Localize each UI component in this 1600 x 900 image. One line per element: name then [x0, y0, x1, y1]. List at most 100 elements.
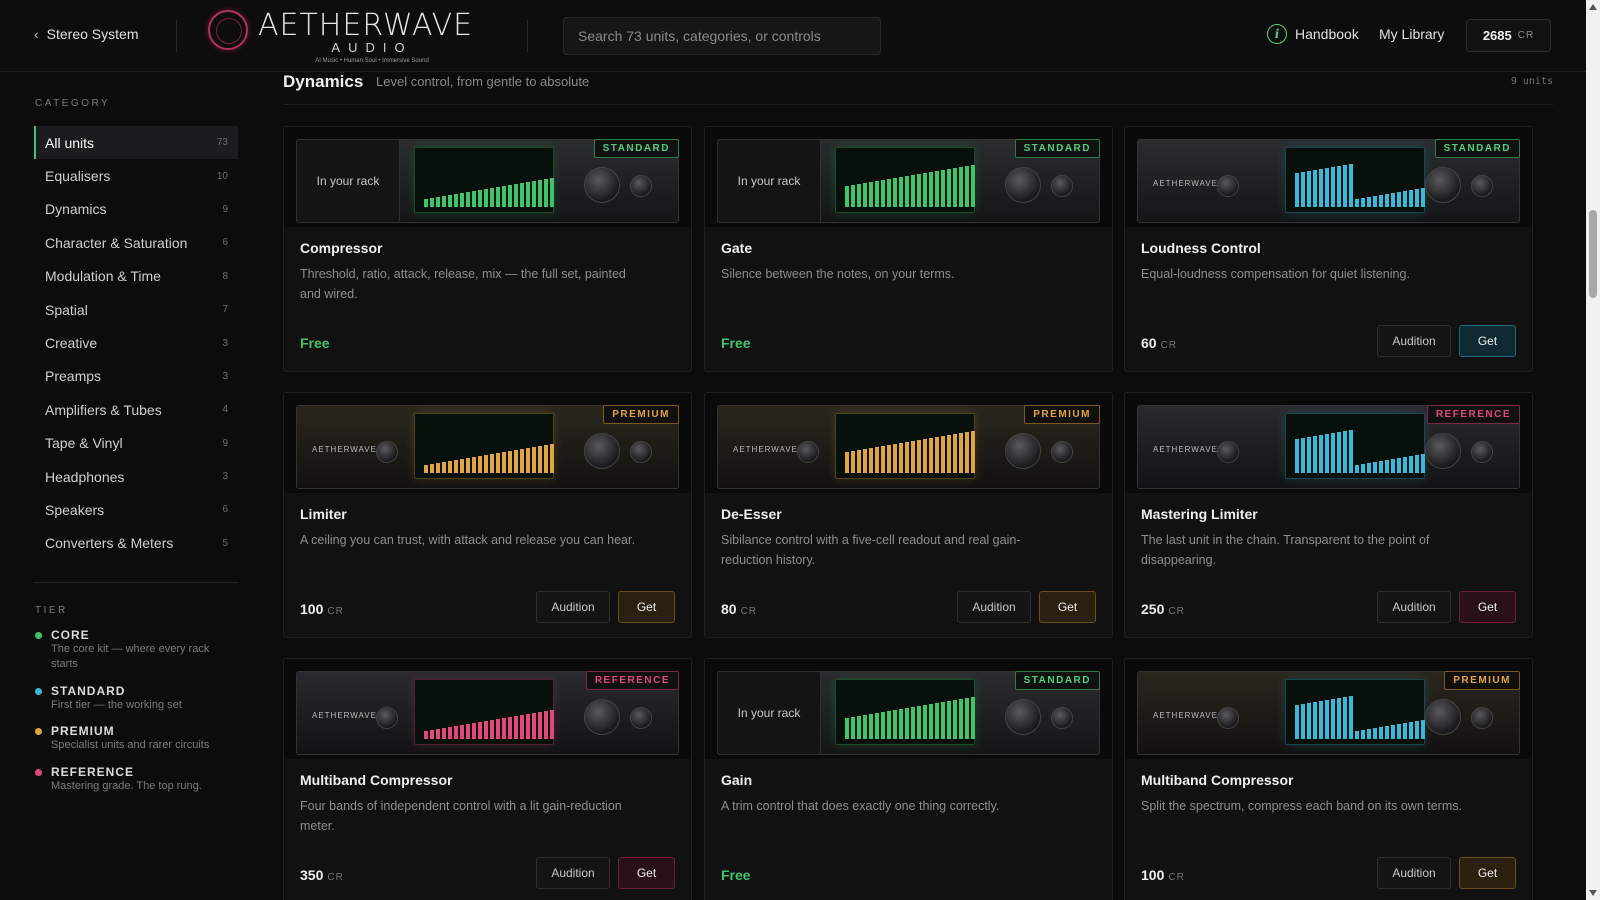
unit-price: 250 CR	[1141, 601, 1185, 617]
get-button[interactable]: Get	[618, 857, 675, 889]
sidebar-item-label: All units	[45, 134, 95, 151]
sidebar-item-creative[interactable]: Creative 3	[34, 326, 238, 359]
knob-icon	[1051, 441, 1073, 463]
unit-price: 100 CR	[1141, 867, 1185, 883]
knob-icon	[584, 699, 620, 735]
audition-button[interactable]: Audition	[957, 591, 1031, 623]
my-library-link[interactable]: My Library	[1379, 26, 1444, 42]
price-unit: CR	[1168, 872, 1185, 883]
tier-premium: PREMIUM Specialist units and rarer circui…	[35, 724, 209, 753]
unit-card[interactable]: AETHERWAVESTANDARDGainA trim control tha…	[704, 658, 1113, 900]
unit-card[interactable]: AETHERWAVESTANDARDGateSilence between th…	[704, 126, 1113, 372]
get-button[interactable]: Get	[1459, 591, 1516, 623]
app-root: ‹ Stereo System AETHERWAVE AUDIO AI Musi…	[0, 0, 1600, 900]
sidebar-item-dynamics[interactable]: Dynamics 9	[34, 193, 238, 226]
unit-card[interactable]: AETHERWAVE PREMIUM De-Esser Sibilance contr…	[704, 392, 1113, 638]
knob-icon	[1051, 707, 1073, 729]
get-button[interactable]: Get	[1459, 857, 1516, 889]
sidebar-item-character-saturation[interactable]: Character & Saturation 6	[34, 226, 238, 259]
spectrum-meter	[845, 689, 975, 739]
tier-reference: REFERENCE Mastering grade. The top rung.	[35, 765, 202, 794]
spectrum-meter	[1295, 423, 1425, 473]
sidebar-item-label: Amplifiers & Tubes	[45, 401, 162, 418]
unit-card[interactable]: AETHERWAVESTANDARDCompressorThreshold, r…	[283, 126, 692, 372]
unit-description: The last unit in the chain. Transparent …	[1141, 533, 1430, 567]
sidebar-item-count: 7	[222, 304, 228, 316]
price-unit: CR	[327, 872, 344, 883]
scroll-up-arrow-icon[interactable]	[1589, 4, 1597, 10]
unit-name: Compressor	[300, 240, 383, 256]
unit-card[interactable]: AETHERWAVE PREMIUM Limiter A ceiling you ca…	[283, 392, 692, 638]
sidebar-item-headphones[interactable]: Headphones 3	[34, 460, 238, 493]
tier-description: The core kit — where every rack starts	[51, 643, 210, 670]
unit-card[interactable]: AETHERWAVE STANDARD Loudness Control Equal-…	[1124, 126, 1533, 372]
tier-name: STANDARD	[51, 684, 126, 698]
unit-description: A trim control that does exactly one thi…	[721, 799, 1000, 813]
sidebar-item-label: Spatial	[45, 301, 88, 318]
search-input[interactable]	[563, 17, 881, 55]
sidebar-item-speakers[interactable]: Speakers 6	[34, 493, 238, 526]
category-list: All units 73 Equalisers 10 Dynamics 9 Characte…	[34, 126, 238, 560]
audition-button[interactable]: Audition	[1377, 857, 1451, 889]
knob-icon	[1471, 707, 1493, 729]
logo-ring-icon	[208, 10, 248, 50]
sidebar-item-all-units[interactable]: All units 73	[34, 126, 238, 160]
unit-card[interactable]: AETHERWAVE REFERENCE Mastering Limiter The …	[1124, 392, 1533, 638]
tier-badge: REFERENCE	[585, 671, 679, 690]
sidebar-item-amplifiers-tubes[interactable]: Amplifiers & Tubes 4	[34, 393, 238, 426]
sidebar-item-tape-vinyl[interactable]: Tape & Vinyl 9	[34, 427, 238, 460]
unit-name: Loudness Control	[1141, 240, 1261, 256]
sidebar-item-converters-meters[interactable]: Converters & Meters 5	[34, 527, 238, 560]
unit-card[interactable]: AETHERWAVE PREMIUM Multiband Compressor Spl…	[1124, 658, 1533, 900]
sidebar-item-preamps[interactable]: Preamps 3	[34, 360, 238, 393]
get-button[interactable]: Get	[1039, 591, 1096, 623]
in-your-rack-button[interactable]: In your rack	[296, 139, 400, 223]
chevron-left-icon: ‹	[34, 26, 39, 42]
aetherwave-logo[interactable]: AETHERWAVE AUDIO AI Music • Human Soul •…	[208, 8, 498, 66]
sidebar-item-equalisers[interactable]: Equalisers 10	[34, 159, 238, 192]
credits-balance[interactable]: 2685 CR	[1466, 19, 1551, 52]
audition-button[interactable]: Audition	[536, 591, 610, 623]
knob-icon	[1005, 167, 1041, 203]
get-button[interactable]: Get	[618, 591, 675, 623]
unit-name: Gain	[721, 772, 753, 788]
tier-heading: TIER	[35, 605, 68, 616]
tier-badge: STANDARD	[1434, 139, 1520, 158]
knob-icon	[1425, 167, 1461, 203]
back-label: Stereo System	[46, 26, 139, 42]
audition-button[interactable]: Audition	[1377, 325, 1451, 357]
in-your-rack-button[interactable]: In your rack	[717, 671, 821, 755]
price-unit: CR	[1160, 340, 1178, 351]
unit-price-free: Free	[721, 867, 751, 883]
audition-button[interactable]: Audition	[536, 857, 610, 889]
sidebar-item-label: Modulation & Time	[45, 268, 161, 285]
sidebar-item-modulation-time[interactable]: Modulation & Time 8	[34, 260, 238, 293]
knob-icon	[376, 707, 398, 729]
logo-subtitle: AUDIO	[331, 40, 413, 55]
tier-standard: STANDARD First tier — the working set	[35, 684, 182, 713]
tier-description: Mastering grade. The top rung.	[51, 780, 202, 792]
get-button[interactable]: Get	[1459, 325, 1516, 357]
logo-tagline: AI Music • Human Soul • Immersive Sound	[315, 58, 429, 64]
sidebar-item-label: Converters & Meters	[45, 535, 174, 552]
sidebar-item-label: Headphones	[45, 468, 125, 485]
audition-button[interactable]: Audition	[1377, 591, 1451, 623]
in-your-rack-button[interactable]: In your rack	[717, 139, 821, 223]
sidebar-item-label: Character & Saturation	[45, 234, 188, 251]
tier-dot-icon	[35, 769, 42, 776]
sidebar-item-label: Creative	[45, 335, 98, 352]
knob-icon	[1425, 699, 1461, 735]
unit-name: De-Esser	[721, 506, 782, 522]
knob-icon	[1471, 441, 1493, 463]
section-divider	[283, 104, 1553, 105]
back-to-stereo-system-link[interactable]: ‹ Stereo System	[34, 26, 139, 42]
unit-card[interactable]: AETHERWAVE REFERENCE Multiband Compressor F…	[283, 658, 692, 900]
scroll-thumb[interactable]	[1589, 210, 1597, 298]
section-title: Dynamics	[283, 72, 364, 91]
page-scrollbar[interactable]	[1586, 0, 1600, 900]
handbook-link[interactable]: i Handbook	[1267, 24, 1359, 44]
sidebar-item-spatial[interactable]: Spatial 7	[34, 293, 238, 326]
sidebar-item-label: Tape & Vinyl	[45, 435, 123, 452]
sidebar-item-label: Equalisers	[45, 168, 111, 185]
scroll-down-arrow-icon[interactable]	[1589, 890, 1597, 896]
